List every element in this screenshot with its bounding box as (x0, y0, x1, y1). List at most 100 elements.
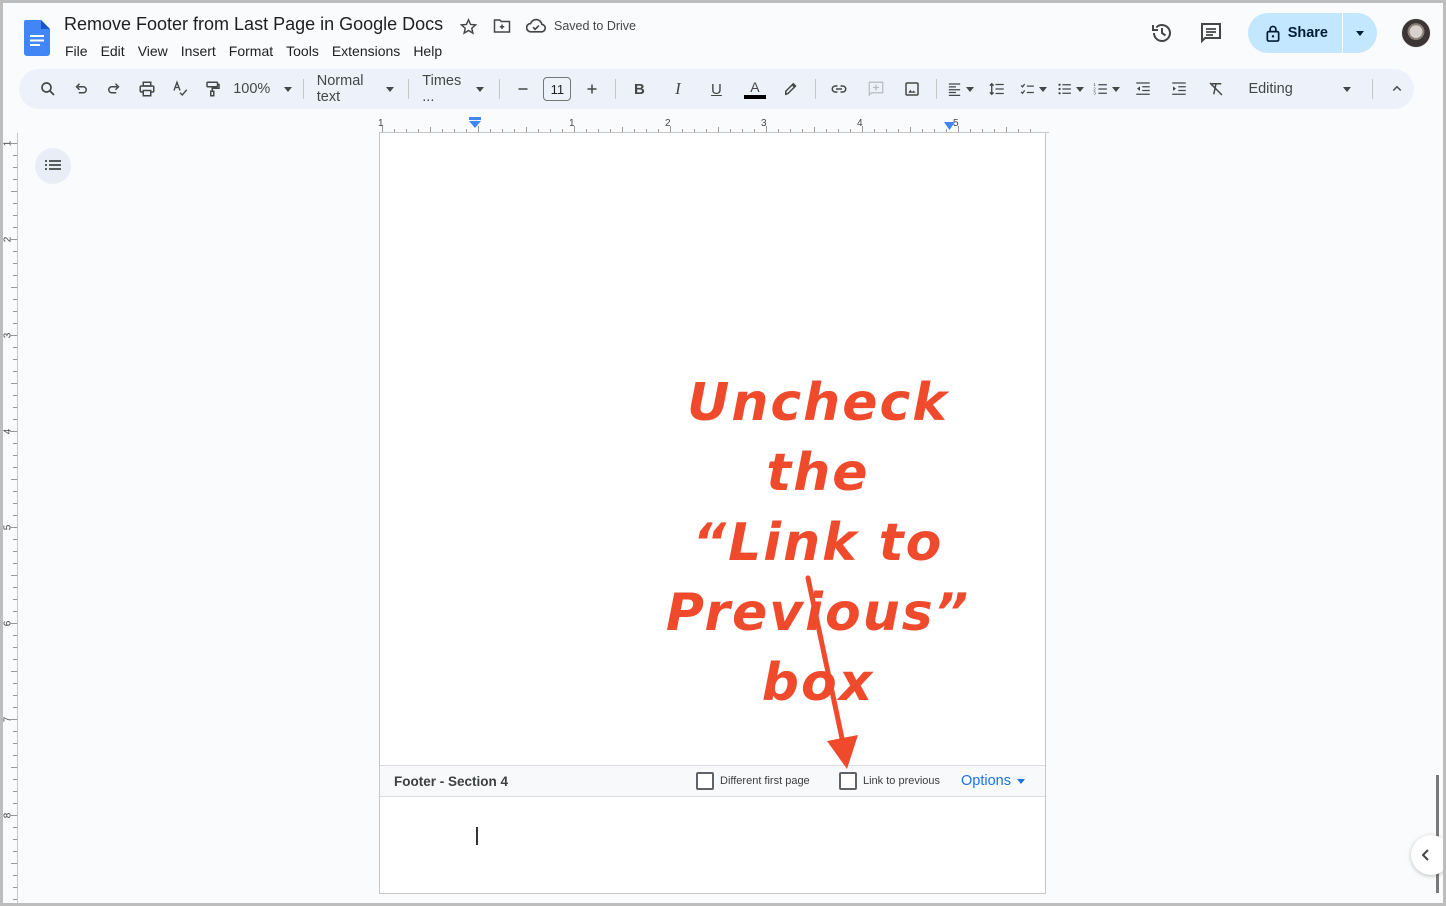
ruler-tick (982, 129, 983, 132)
menu-tools[interactable]: Tools (286, 41, 325, 61)
star-icon[interactable] (458, 16, 478, 36)
paint-format-icon[interactable] (199, 75, 227, 103)
ruler-tick (466, 129, 467, 132)
link-icon[interactable] (825, 75, 853, 103)
chevron-down-icon (966, 86, 975, 92)
move-folder-icon[interactable] (492, 16, 512, 36)
ruler-tick (10, 431, 17, 432)
link-to-previous-label: Link to previous (863, 775, 941, 787)
italic-icon[interactable]: I (664, 75, 692, 103)
bold-icon[interactable]: B (625, 75, 653, 103)
docs-logo-icon[interactable] (24, 20, 50, 56)
menu-file[interactable]: File (65, 41, 94, 61)
ruler-tick (514, 129, 515, 132)
options-label: Options (961, 773, 1011, 789)
avatar[interactable] (1401, 18, 1431, 48)
increase-font-size-icon[interactable] (578, 75, 606, 103)
ruler-tick (13, 515, 17, 516)
different-first-page-checkbox[interactable]: Different first page (696, 772, 810, 790)
font-size-input[interactable]: 11 (543, 77, 572, 101)
decrease-indent-icon[interactable] (1129, 75, 1157, 103)
ruler-tick (13, 215, 17, 216)
search-menus-icon[interactable] (34, 75, 62, 103)
footer-toolbar: Footer - Section 4 Different first page … (380, 765, 1045, 797)
chevron-down-icon (284, 86, 293, 92)
clear-formatting-icon[interactable] (1202, 75, 1230, 103)
document-title[interactable]: Remove Footer from Last Page in Google D… (64, 14, 443, 35)
horizontal-ruler[interactable]: 1 1 2 3 4 5 (378, 117, 1049, 133)
link-to-previous-checkbox[interactable]: Link to previous (839, 772, 940, 790)
undo-icon[interactable] (67, 75, 95, 103)
ruler-tick (13, 695, 17, 696)
highlight-icon[interactable] (777, 75, 805, 103)
bulleted-list-icon[interactable] (1056, 75, 1084, 103)
ruler-tick (10, 239, 17, 240)
chevron-down-icon (476, 86, 485, 92)
align-left-icon[interactable] (946, 75, 975, 103)
share-dropdown-button[interactable] (1343, 13, 1377, 53)
ruler-tick (13, 395, 17, 396)
toolbar-divider (498, 79, 500, 99)
document-outline-button[interactable] (35, 148, 71, 184)
hide-menus-chevron-up-icon[interactable] (1383, 75, 1411, 103)
share-button[interactable]: Share (1248, 13, 1342, 53)
text-color-icon[interactable]: A (741, 75, 769, 103)
checklist-icon[interactable] (1019, 75, 1048, 103)
underline-icon[interactable]: U (702, 75, 730, 103)
different-first-page-label: Different first page (720, 775, 810, 787)
spellcheck-icon[interactable] (166, 75, 194, 103)
outline-list-icon (45, 160, 61, 170)
ruler-tick (682, 129, 683, 132)
menu-extensions[interactable]: Extensions (332, 41, 406, 61)
menu-insert[interactable]: Insert (181, 41, 222, 61)
ruler-tick (13, 467, 17, 468)
ruler-tick (598, 129, 599, 132)
side-panel-toggle[interactable] (1411, 835, 1443, 875)
add-comment-icon[interactable] (862, 75, 890, 103)
decrease-font-size-icon[interactable] (509, 75, 537, 103)
ruler-tick (826, 129, 827, 132)
footer-options-button[interactable]: Options (961, 773, 1025, 789)
ruler-tick (13, 731, 17, 732)
paragraph-style-select[interactable]: Normal text (317, 73, 394, 105)
menu-help[interactable]: Help (413, 41, 448, 61)
increase-indent-icon[interactable] (1165, 75, 1193, 103)
ruler-tick (778, 129, 779, 132)
menu-edit[interactable]: Edit (101, 41, 131, 61)
menu-view[interactable]: View (138, 41, 174, 61)
ruler-tick (13, 251, 17, 252)
zoom-select[interactable]: 100% (233, 75, 293, 103)
ruler-tick (814, 127, 815, 132)
ruler-tick (13, 551, 17, 552)
vertical-ruler[interactable]: 1 2 3 4 5 6 7 8 (3, 133, 18, 903)
font-select[interactable]: Times ... (422, 73, 485, 105)
ruler-tick (11, 767, 17, 768)
numbered-list-icon[interactable]: 123 (1092, 75, 1121, 103)
chevron-down-icon (1039, 86, 1048, 92)
editing-mode-select[interactable]: Editing (1244, 75, 1351, 103)
checkbox-box[interactable] (839, 772, 857, 790)
left-indent-marker-icon[interactable] (469, 117, 481, 129)
ruler-tick (13, 791, 17, 792)
menu-format[interactable]: Format (229, 41, 279, 61)
version-history-icon[interactable] (1144, 15, 1180, 51)
ruler-tick (13, 407, 17, 408)
print-icon[interactable] (133, 75, 161, 103)
ruler-tick (13, 275, 17, 276)
comments-icon[interactable] (1193, 15, 1229, 51)
ruler-tick (13, 359, 17, 360)
line-spacing-icon[interactable] (983, 75, 1011, 103)
cloud-saved-icon[interactable] (526, 16, 546, 36)
insert-image-icon[interactable] (898, 75, 926, 103)
save-status: Saved to Drive (554, 19, 636, 33)
ruler-tick (11, 383, 17, 384)
ruler-tick (442, 129, 443, 132)
ruler-tick (13, 455, 17, 456)
ruler-tick (538, 129, 539, 132)
ruler-tick (13, 839, 17, 840)
ruler-tick (13, 347, 17, 348)
checkbox-box[interactable] (696, 772, 714, 790)
redo-icon[interactable] (100, 75, 128, 103)
vertical-scrollbar[interactable] (1436, 775, 1439, 893)
ruler-tick (382, 126, 383, 132)
